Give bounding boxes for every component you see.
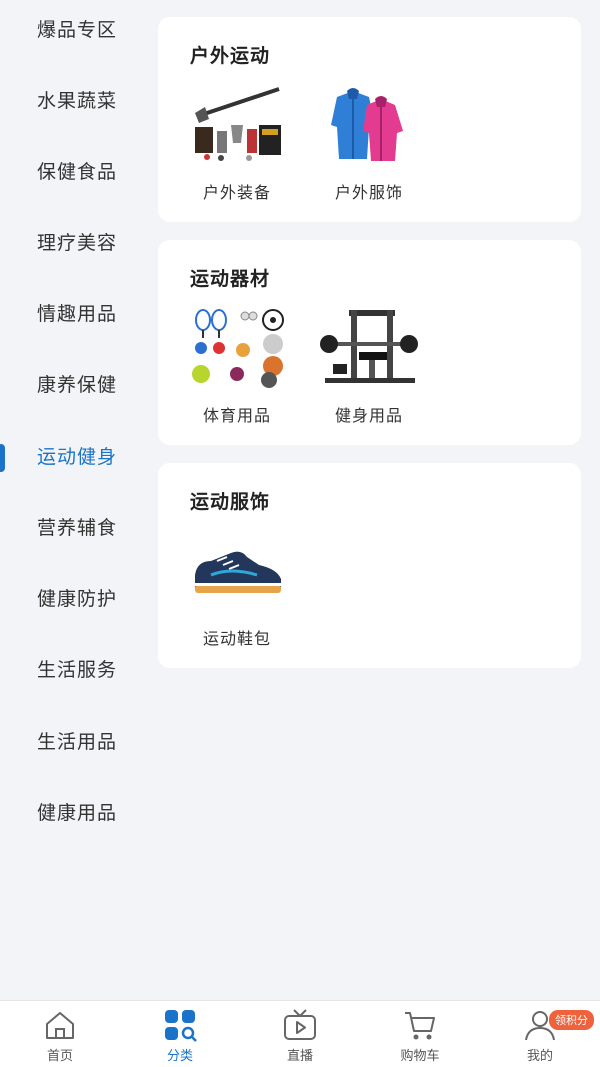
outdoor-gear-image — [195, 87, 281, 161]
product-label: 体育用品 — [202, 406, 271, 425]
sidebar-item-daily-goods[interactable]: 生活用品 — [0, 722, 158, 762]
sidebar-item-protection[interactable]: 健康防护 — [0, 579, 158, 619]
section-title: 运动服饰 — [190, 491, 271, 513]
sidebar-item-therapy-beauty[interactable]: 理疗美容 — [0, 223, 158, 263]
live-tv-icon — [284, 1009, 316, 1040]
tab-label: 首页 — [46, 1049, 73, 1064]
section-outdoor: 户外运动 户外装备 户外服饰 — [158, 17, 581, 222]
tab-category[interactable]: 分类 — [120, 1001, 240, 1067]
sidebar-item-hot[interactable]: 爆品专区 — [0, 10, 158, 50]
sidebar-item-sports-fitness[interactable]: 运动健身 — [0, 437, 158, 477]
tab-cart[interactable]: 购物车 — [360, 1001, 480, 1067]
sidebar-item-nutrition[interactable]: 营养辅食 — [0, 508, 158, 548]
category-icon — [165, 1010, 197, 1042]
product-outdoor-apparel[interactable]: 户外服饰 — [314, 85, 424, 203]
product-label: 运动鞋包 — [202, 629, 271, 648]
section-sportswear: 运动服饰 运动鞋包 — [158, 463, 581, 668]
home-icon — [46, 1012, 74, 1039]
tab-label: 购物车 — [400, 1049, 440, 1064]
sidebar-item-fruit-veg[interactable]: 水果蔬菜 — [0, 81, 158, 121]
outdoor-jacket-image — [331, 88, 403, 161]
section-title: 运动器材 — [190, 268, 271, 290]
category-sidebar: 爆品专区 水果蔬菜 保健食品 理疗美容 情趣用品 康养保健 运动健身 营养辅食 … — [0, 0, 158, 1000]
product-sports-goods[interactable]: 体育用品 — [182, 308, 292, 426]
tab-live[interactable]: 直播 — [240, 1001, 360, 1067]
product-sports-shoes-bags[interactable]: 运动鞋包 — [182, 531, 292, 649]
cart-icon — [405, 1012, 435, 1040]
tab-label: 分类 — [166, 1049, 193, 1064]
sidebar-item-adult[interactable]: 情趣用品 — [0, 294, 158, 334]
product-label: 健身用品 — [334, 406, 403, 425]
product-fitness-goods[interactable]: 健身用品 — [314, 308, 424, 426]
sports-balls-image — [192, 309, 284, 388]
bottom-tab-bar: 首页 分类 直播 购物车 我的 领积分 — [0, 1000, 600, 1067]
sidebar-item-wellness[interactable]: 康养保健 — [0, 365, 158, 405]
section-sports-equipment: 运动器材 体育用品 健身用品 — [158, 240, 581, 445]
product-label: 户外装备 — [202, 183, 271, 202]
sneaker-image — [195, 551, 281, 593]
points-badge[interactable]: 领积分 — [549, 1010, 594, 1030]
tab-label: 我的 — [526, 1049, 553, 1064]
tab-profile[interactable]: 我的 领积分 — [480, 1001, 600, 1067]
gym-machine-image — [320, 310, 418, 383]
category-page: 爆品专区 水果蔬菜 保健食品 理疗美容 情趣用品 康养保健 运动健身 营养辅食 … — [0, 0, 600, 1067]
tab-home[interactable]: 首页 — [0, 1001, 120, 1067]
sidebar-item-health-food[interactable]: 保健食品 — [0, 152, 158, 192]
section-title: 户外运动 — [190, 45, 271, 67]
sidebar-item-life-service[interactable]: 生活服务 — [0, 650, 158, 690]
tab-label: 直播 — [286, 1049, 313, 1064]
product-outdoor-gear[interactable]: 户外装备 — [182, 85, 292, 203]
sidebar-item-health-goods[interactable]: 健康用品 — [0, 793, 158, 833]
product-label: 户外服饰 — [334, 183, 403, 202]
